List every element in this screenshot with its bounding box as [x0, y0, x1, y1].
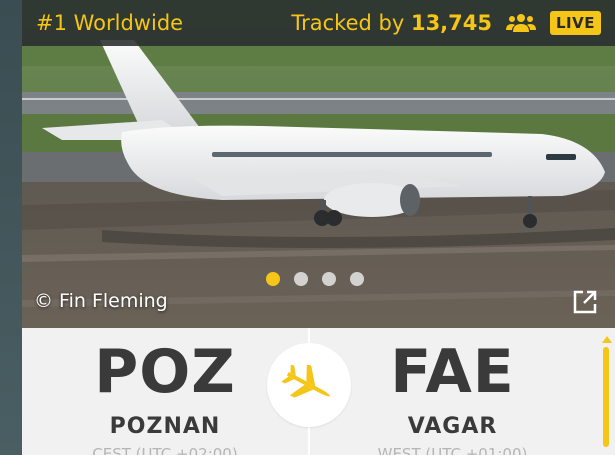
tracked-by-text: Tracked by — [291, 11, 405, 35]
destination-city: VAGAR — [407, 414, 498, 439]
scroll-up-arrow-icon[interactable] — [602, 336, 612, 343]
carousel-dot-2[interactable] — [294, 272, 308, 286]
left-edge — [0, 0, 22, 455]
rank-label: #1 Worldwide — [36, 11, 184, 35]
destination-code: FAE — [390, 337, 515, 407]
origin-city: POZNAN — [109, 414, 221, 439]
route-card: POZ POZNAN CEST (UTC +02:00) FAE VAGAR W… — [22, 328, 615, 455]
destination-timezone: WEST (UTC +01:00) — [377, 445, 528, 455]
photo-credit[interactable]: © Fin Fleming — [34, 290, 168, 312]
scroll-thumb[interactable] — [603, 347, 609, 447]
carousel-dot-3[interactable] — [322, 272, 336, 286]
flight-panel: #1 Worldwide Tracked by 13,745 LIVE © Fi… — [22, 0, 615, 455]
users-icon — [506, 12, 536, 34]
external-link-icon[interactable] — [571, 288, 599, 316]
carousel-dots — [266, 272, 364, 286]
destination-airport[interactable]: FAE VAGAR WEST (UTC +01:00) — [310, 328, 595, 455]
header-bar: #1 Worldwide Tracked by 13,745 LIVE — [22, 0, 615, 46]
plane-landing-icon — [281, 365, 331, 398]
tracked-by-label: Tracked by 13,745 — [291, 11, 492, 35]
carousel-dot-1[interactable] — [266, 272, 280, 286]
live-badge: LIVE — [550, 11, 601, 35]
plane-landing-badge — [267, 343, 351, 427]
tracked-count: 13,745 — [410, 11, 492, 35]
origin-airport[interactable]: POZ POZNAN CEST (UTC +02:00) — [22, 328, 308, 455]
carousel-dot-4[interactable] — [350, 272, 364, 286]
scrollbar[interactable] — [602, 336, 612, 455]
origin-code: POZ — [94, 337, 236, 407]
origin-timezone: CEST (UTC +02:00) — [92, 445, 238, 455]
